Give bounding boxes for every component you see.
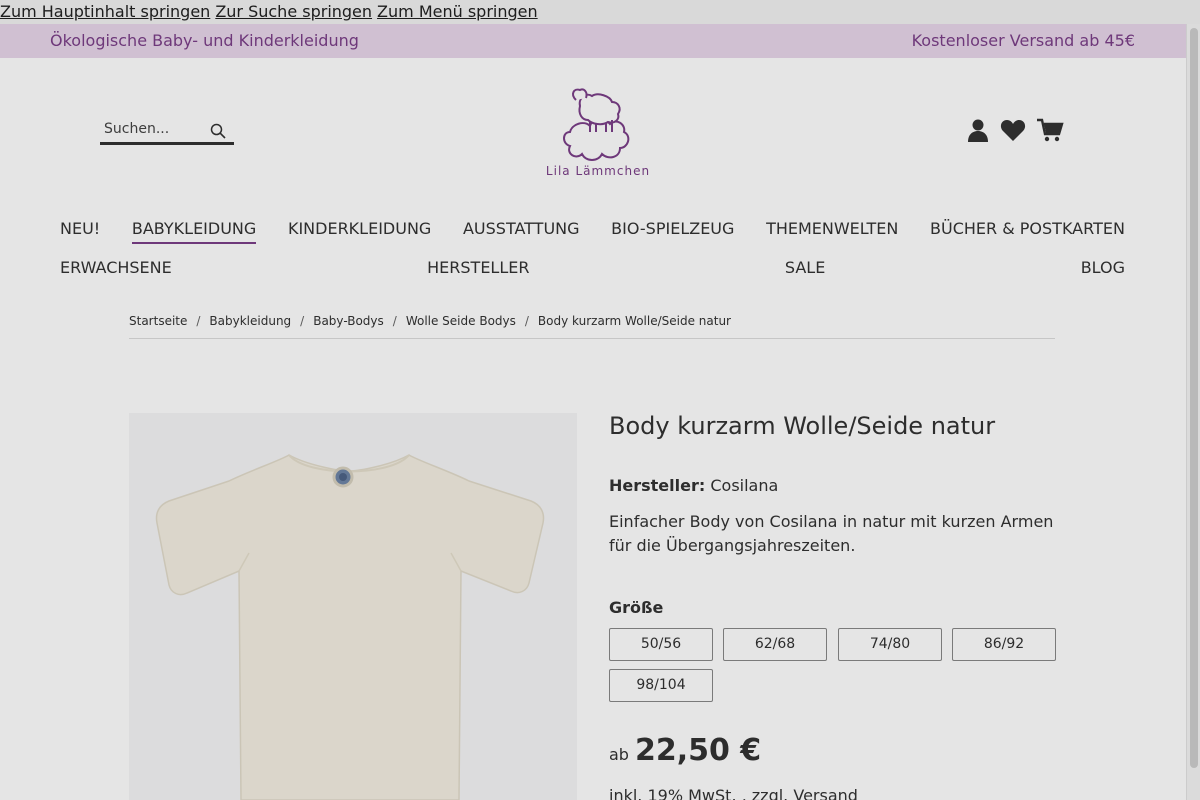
manufacturer-label: Hersteller: [609, 476, 706, 495]
price-value: 22,50 € [634, 733, 762, 768]
lamb-cloud-logo-icon [563, 88, 630, 161]
skip-to-search-link[interactable]: Zur Suche springen [215, 2, 372, 21]
size-option-50-56[interactable]: 50/56 [609, 628, 713, 661]
search-input[interactable] [104, 121, 204, 137]
skip-to-menu-link[interactable]: Zum Menü springen [377, 2, 538, 21]
heart-icon[interactable] [999, 116, 1027, 144]
nav-item-buecher-postkarten[interactable]: BÜCHER & POSTKARTEN [930, 219, 1125, 244]
breadcrumb-separator: / [524, 314, 529, 328]
breadcrumb-item[interactable]: Babykleidung [209, 314, 291, 328]
breadcrumb-current: Body kurzarm Wolle/Seide natur [537, 314, 731, 328]
nav-item-neu[interactable]: NEU! [60, 219, 100, 244]
logo-text: Lila Lämmchen [545, 164, 651, 178]
nav-row-primary: NEU! BABYKLEIDUNG KINDERKLEIDUNG AUSSTAT… [60, 219, 1125, 244]
search-box [100, 118, 234, 145]
product-title: Body kurzarm Wolle/Seide natur [609, 412, 996, 440]
promo-bar: Ökologische Baby- und Kinderkleidung Kos… [0, 24, 1186, 58]
breadcrumb-separator: / [300, 314, 305, 328]
product-description: Einfacher Body von Cosilana in natur mit… [609, 512, 1054, 555]
size-label: Größe [609, 598, 664, 617]
tax-info: inkl. 19% MwSt. , zzgl. Versand [609, 786, 858, 800]
skip-links: Zum Hauptinhalt springen Zur Suche spring… [0, 0, 1200, 24]
price-block: ab 22,50 € [609, 733, 761, 768]
price-prefix: ab [609, 745, 629, 764]
nav-item-kinderkleidung[interactable]: KINDERKLEIDUNG [288, 219, 431, 244]
manufacturer-name[interactable]: Cosilana [710, 476, 778, 495]
size-option-86-92[interactable]: 86/92 [952, 628, 1056, 661]
breadcrumb-separator: / [196, 314, 201, 328]
page-scrollbar[interactable] [1186, 24, 1200, 800]
site-logo[interactable]: Lila Lämmchen [540, 84, 656, 184]
shipping-link[interactable]: Versand [793, 786, 858, 800]
account-icon[interactable] [964, 116, 992, 144]
promo-tagline: Ökologische Baby- und Kinderkleidung [50, 31, 359, 50]
breadcrumb: Startseite / Babykleidung / Baby-Bodys / Wolle… [129, 314, 1055, 339]
skip-to-content-link[interactable]: Zum Hauptinhalt springen [0, 2, 210, 21]
manufacturer: Hersteller: Cosilana [609, 476, 778, 495]
breadcrumb-item[interactable]: Startseite [129, 314, 187, 328]
nav-item-bio-spielzeug[interactable]: BIO-SPIELZEUG [611, 219, 734, 244]
nav-item-sale[interactable]: SALE [785, 258, 825, 277]
nav-item-hersteller[interactable]: HERSTELLER [427, 258, 529, 277]
nav-item-blog[interactable]: BLOG [1081, 258, 1125, 277]
breadcrumb-separator: / [392, 314, 397, 328]
search-icon[interactable] [210, 123, 226, 139]
nav-row-secondary: ERWACHSENE HERSTELLER SALE BLOG [60, 258, 1125, 277]
breadcrumb-item[interactable]: Wolle Seide Bodys [406, 314, 516, 328]
scrollbar-thumb[interactable] [1190, 28, 1198, 768]
baby-body-image [129, 413, 577, 800]
nav-item-ausstattung[interactable]: AUSSTATTUNG [463, 219, 580, 244]
size-option-98-104[interactable]: 98/104 [609, 669, 713, 702]
size-option-62-68[interactable]: 62/68 [723, 628, 827, 661]
nav-item-babykleidung[interactable]: BABYKLEIDUNG [131, 219, 257, 244]
nav-item-themenwelten[interactable]: THEMENWELTEN [766, 219, 898, 244]
free-shipping-note: Kostenloser Versand ab 45€ [911, 31, 1135, 50]
breadcrumb-item[interactable]: Baby-Bodys [313, 314, 384, 328]
product-image[interactable] [129, 413, 577, 800]
tax-text: inkl. 19% MwSt. , zzgl. [609, 786, 789, 800]
cart-icon[interactable] [1036, 116, 1064, 144]
size-option-74-80[interactable]: 74/80 [838, 628, 942, 661]
nav-item-erwachsene[interactable]: ERWACHSENE [60, 258, 172, 277]
